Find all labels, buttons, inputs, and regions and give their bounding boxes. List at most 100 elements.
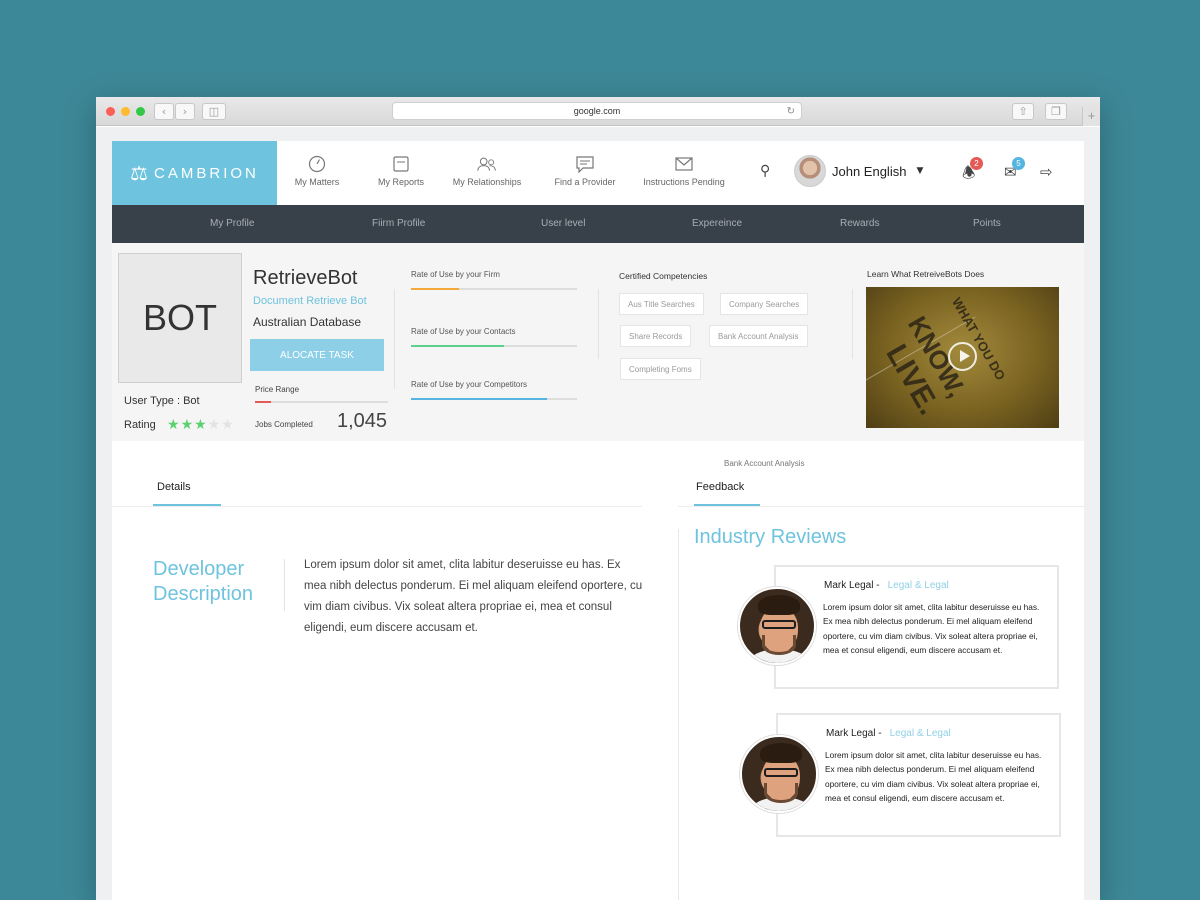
reviewer-name: Mark Legal - [826, 728, 882, 739]
nav-label: Find a Provider [554, 177, 616, 187]
reviewer-avatar [740, 735, 818, 813]
reviewer-line: Mark Legal - Legal & Legal [826, 728, 951, 739]
user-type: User Type : Bot [124, 395, 200, 407]
rate-fill [411, 398, 548, 400]
tab-feedback[interactable]: Feedback [696, 481, 744, 493]
subnav-my-profile[interactable]: My Profile [210, 218, 254, 229]
rate-firm: Rate of Use by your Firm [411, 270, 577, 290]
nav-my-relationships[interactable]: My Relationships [448, 155, 526, 187]
competency-chip[interactable]: Aus Title Searches [619, 293, 704, 315]
rate-competitors: Rate of Use by your Competitors [411, 380, 577, 400]
rate-label: Rate of Use by your Contacts [411, 327, 516, 336]
chevron-down-icon: ▼ [916, 166, 924, 176]
divider [678, 506, 1084, 507]
reviewer-line: Mark Legal - Legal & Legal [824, 580, 949, 591]
logo-text: CAMBRION [154, 164, 259, 182]
bell-icon[interactable]: 🕭 2 [962, 157, 983, 188]
rate-label: Rate of Use by your Competitors [411, 380, 528, 389]
notifications-badge: 2 [970, 157, 983, 170]
subnav-experience[interactable]: Expereince [692, 218, 742, 229]
mail-icon[interactable]: ✉ 5 [1004, 157, 1025, 181]
subnav-points[interactable]: Points [973, 218, 1001, 229]
floating-label: Bank Account Analysis [724, 459, 805, 468]
reload-icon[interactable]: ↻ [787, 103, 795, 120]
price-range-bar [255, 401, 388, 403]
nav-find-a-provider[interactable]: Find a Provider [551, 155, 619, 187]
logout-icon[interactable]: ⇨ [1040, 163, 1053, 181]
nav-my-matters[interactable]: My Matters [292, 155, 342, 187]
bot-name: RetrieveBot [253, 267, 358, 289]
competency-chip[interactable]: Bank Account Analysis [709, 325, 808, 347]
user-menu[interactable]: John English ▼ [794, 155, 923, 187]
star-icon: ★ [167, 417, 181, 433]
developer-description-title: Developer Description [153, 557, 273, 607]
play-icon[interactable] [948, 342, 977, 371]
title-line: Description [153, 583, 254, 605]
sidebar-toggle-icon[interactable]: ◫ [202, 103, 226, 120]
new-tab-icon[interactable]: + [1082, 107, 1100, 126]
close-window-button[interactable] [106, 107, 115, 116]
reviewer-name: Mark Legal - [824, 580, 880, 591]
review-card: Mark Legal - Legal & Legal Lorem ipsum do… [776, 713, 1061, 837]
bot-avatar-box: BOT [118, 253, 242, 383]
competency-chip[interactable]: Completing Foms [620, 358, 701, 380]
bot-database: Australian Database [253, 315, 362, 329]
rate-track [411, 345, 577, 347]
address-bar-url: google.com [573, 106, 621, 116]
minimize-window-button[interactable] [121, 107, 130, 116]
search-icon[interactable]: ⚲ [760, 163, 770, 179]
back-arrow-icon[interactable]: ‹ [154, 103, 174, 120]
rate-fill [411, 345, 504, 347]
app-header: ⚖ CAMBRION My Matters My Reports My Rela… [112, 141, 1084, 205]
star-icon: ★ [221, 417, 235, 433]
subnav-user-level[interactable]: User level [541, 218, 585, 229]
divider [598, 289, 599, 359]
jobs-completed-value: 1,045 [337, 410, 388, 432]
forward-arrow-icon[interactable]: › [175, 103, 195, 120]
reviewer-firm-link[interactable]: Legal & Legal [890, 728, 951, 739]
review-card: Mark Legal - Legal & Legal Lorem ipsum do… [774, 565, 1059, 689]
profile-subnav: My Profile Fiirm Profile User level Expe… [112, 205, 1084, 243]
star-icon: ★ [207, 417, 222, 433]
bot-subtitle[interactable]: Document Retrieve Bot [253, 295, 367, 307]
gauge-icon [308, 155, 326, 173]
column-divider [678, 529, 679, 900]
tabs-overview-icon[interactable]: ❐ [1045, 103, 1067, 120]
nav-label: My Reports [377, 177, 424, 187]
allocate-task-button[interactable]: ALOCATE TASK [250, 339, 384, 371]
star-icon: ★ [180, 417, 195, 433]
logo[interactable]: ⚖ CAMBRION [112, 141, 277, 205]
subnav-rewards[interactable]: Rewards [840, 218, 879, 229]
reviewer-firm-link[interactable]: Legal & Legal [888, 580, 949, 591]
tab-details[interactable]: Details [157, 481, 191, 493]
app-container: ⚖ CAMBRION My Matters My Reports My Rela… [112, 141, 1084, 900]
price-range-label: Price Range [255, 385, 300, 394]
rate-track [411, 398, 577, 400]
rate-contacts: Rate of Use by your Contacts [411, 327, 577, 347]
competencies-title: Certified Competencies [619, 271, 708, 281]
zoom-window-button[interactable] [136, 107, 145, 116]
share-icon[interactable]: ⇧ [1012, 103, 1034, 120]
subnav-firm-profile[interactable]: Fiirm Profile [372, 218, 425, 229]
video-title: Learn What RetreiveBots Does [867, 269, 985, 279]
rating-stars: ★★★★★ [167, 417, 235, 433]
review-text: Lorem ipsum dolor sit amet, clita labitu… [825, 750, 1042, 803]
competency-chip[interactable]: Share Records [620, 325, 692, 347]
nav-instructions-pending[interactable]: Instructions Pending [638, 155, 730, 187]
profile-summary: BOT User Type : Bot Rating ★★★★★ Retriev… [112, 243, 1084, 441]
video-player[interactable]: WHAT YOU DO KNOW, LIVE. [866, 287, 1059, 428]
nav-label: My Relationships [452, 177, 522, 187]
review-text: Lorem ipsum dolor sit amet, clita labitu… [823, 602, 1040, 655]
industry-reviews-title: Industry Reviews [694, 526, 847, 548]
competency-chip[interactable]: Company Searches [720, 293, 809, 315]
page-viewport: ⚖ CAMBRION My Matters My Reports My Rela… [96, 127, 1100, 900]
star-icon: ★ [194, 417, 208, 433]
browser-toolbar: ‹ › ◫ google.com ↻ ⇧ ❐ + [96, 97, 1100, 126]
scales-logo-icon: ⚖ [130, 161, 149, 185]
address-bar[interactable]: google.com ↻ [392, 102, 802, 120]
jobs-completed-label: Jobs Completed [255, 420, 313, 429]
nav-my-reports[interactable]: My Reports [374, 155, 428, 187]
reviewer-avatar [738, 587, 816, 665]
message-icon [576, 156, 594, 173]
rate-track [411, 288, 577, 290]
